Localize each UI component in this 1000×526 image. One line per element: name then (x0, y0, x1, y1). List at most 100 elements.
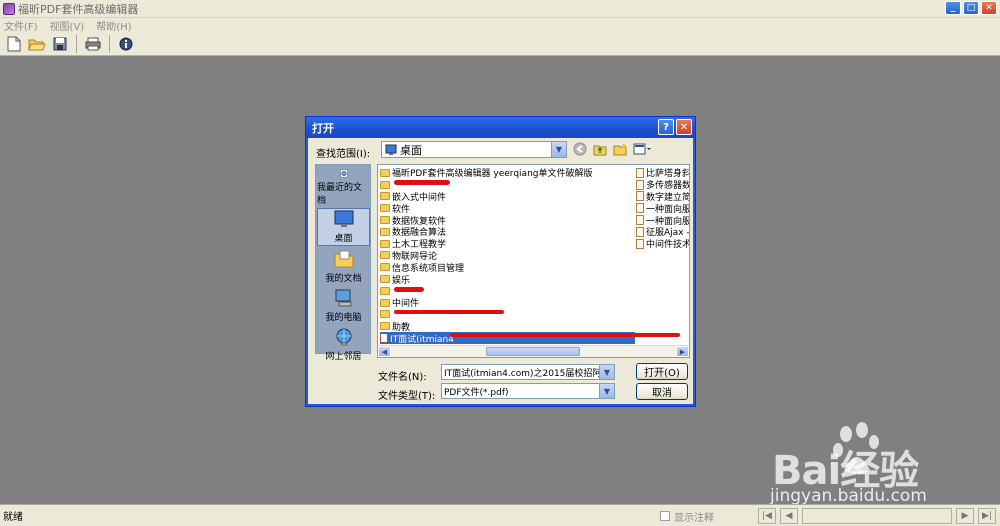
my-documents-icon (334, 250, 353, 268)
menu-help[interactable]: 帮助(H) (96, 18, 131, 33)
list-item[interactable]: 嵌入式中间件 (380, 191, 635, 202)
look-in-label: 查找范围(I): (316, 149, 371, 160)
folder-icon (380, 192, 390, 201)
dialog-title: 打开 (312, 121, 334, 135)
first-page-button[interactable]: |◀ (758, 508, 776, 524)
list-item[interactable]: 中间件技术 (636, 238, 689, 250)
list-item[interactable]: 信息系统项目管理 (380, 261, 635, 273)
redaction-mark (394, 310, 504, 314)
page-number-field[interactable] (802, 508, 952, 524)
filename-label: 文件名(N): (378, 372, 427, 383)
back-button[interactable] (572, 141, 588, 157)
chevron-down-icon[interactable]: ▼ (551, 142, 566, 157)
redaction-arrow (450, 333, 680, 337)
place-my-computer[interactable]: 我的电脑 (317, 286, 370, 324)
maximize-button[interactable]: □ (963, 1, 979, 15)
up-folder-button[interactable] (592, 141, 608, 157)
new-file-icon (7, 36, 21, 51)
list-item[interactable]: 一种面向服 (636, 214, 689, 226)
document-icon (636, 203, 644, 214)
folder-icon (380, 263, 390, 272)
place-recent[interactable]: 我最近的文档 (317, 169, 370, 207)
list-item[interactable]: 中间件 (380, 297, 635, 309)
menu-view[interactable]: 视图(V) (50, 18, 85, 33)
open-file-dialog: 打开 ? ✕ 查找范围(I): 桌面 ▼ 我最近的文档 桌面 我的文档 我的电脑… (305, 116, 696, 407)
prev-page-button[interactable]: ◀ (780, 508, 798, 524)
menu-bar: 文件(F) 视图(V) 帮助(H) (0, 18, 1000, 33)
document-icon (636, 215, 644, 226)
new-file-button[interactable] (4, 34, 24, 54)
my-computer-icon (335, 289, 351, 307)
document-icon (636, 167, 644, 178)
list-item[interactable]: 数据恢复软件 (380, 214, 635, 226)
chevron-down-icon[interactable]: ▼ (599, 365, 614, 379)
folder-icon (380, 180, 390, 189)
document-icon (636, 179, 644, 190)
open-button[interactable]: 打开(O) (636, 363, 688, 380)
filetype-label: 文件类型(T): (378, 391, 436, 402)
list-item[interactable]: 数字建立简 (636, 191, 689, 202)
file-list-column-2: 比萨塔身斜 多传感器数 数字建立简 一种面向服 一种面向服 征服Ajax - 中… (636, 167, 689, 250)
list-item[interactable]: 土木工程教学 (380, 238, 635, 250)
horizontal-scrollbar[interactable]: ◀ ▶ (378, 345, 689, 357)
list-item[interactable]: 助教 (380, 320, 635, 332)
folder-icon (380, 239, 390, 248)
list-item[interactable]: 比萨塔身斜 (636, 167, 689, 179)
folder-icon (380, 275, 390, 284)
scroll-thumb[interactable] (486, 347, 580, 356)
close-button[interactable]: ✕ (981, 1, 997, 15)
menu-file[interactable]: 文件(F) (4, 18, 38, 33)
info-icon (119, 37, 133, 50)
watermark-url: jingyan.baidu.com (770, 486, 927, 506)
show-annotations-checkbox[interactable] (660, 511, 670, 521)
place-desktop[interactable]: 桌面 (317, 208, 370, 246)
cancel-button[interactable]: 取消 (636, 383, 688, 400)
folder-icon (380, 286, 390, 295)
list-item[interactable]: 娱乐 (380, 273, 635, 285)
file-list[interactable]: 福昕PDF套件高级编辑器 yeerqiang单文件破解版 嵌入式中间件 软件 数… (377, 164, 690, 358)
help-button[interactable]: ? (658, 119, 674, 135)
dialog-title-bar: 打开 ? ✕ (306, 117, 695, 138)
list-item[interactable]: 数据融合算法 (380, 226, 635, 238)
look-in-value: 桌面 (400, 143, 422, 157)
dialog-close-button[interactable]: ✕ (676, 119, 692, 135)
app-title-bar: 福昕PDF套件高级编辑器 _ □ ✕ (0, 0, 1000, 18)
folder-icon (380, 310, 390, 319)
baidu-watermark: Bai经验 jingyan.baidu.com (770, 414, 996, 506)
list-item[interactable]: 福昕PDF套件高级编辑器 yeerqiang单文件破解版 (380, 167, 635, 179)
open-file-button[interactable] (27, 34, 47, 54)
save-button[interactable] (50, 34, 70, 54)
last-page-button[interactable]: ▶| (978, 508, 996, 524)
back-arrow-icon (573, 142, 587, 156)
look-in-combo[interactable]: 桌面 ▼ (381, 141, 567, 158)
scroll-right-icon[interactable]: ▶ (676, 346, 689, 357)
document-icon (636, 226, 644, 237)
printer-icon (85, 37, 101, 50)
place-my-documents[interactable]: 我的文档 (317, 247, 370, 285)
pdf-file-icon (380, 333, 388, 344)
list-item[interactable]: 征服Ajax - (636, 226, 689, 238)
minimize-button[interactable]: _ (945, 1, 961, 15)
chevron-down-icon[interactable]: ▼ (599, 384, 614, 398)
folder-icon (380, 251, 390, 260)
list-item[interactable]: 多传感器数 (636, 179, 689, 191)
view-menu-button[interactable] (632, 141, 652, 157)
desktop-icon (334, 210, 353, 227)
scroll-left-icon[interactable]: ◀ (378, 346, 391, 357)
info-button[interactable] (116, 34, 136, 54)
view-menu-icon (633, 143, 651, 155)
new-folder-button[interactable] (612, 141, 628, 157)
status-text: 就绪 (3, 512, 23, 523)
document-icon (636, 238, 644, 249)
list-item[interactable]: 物联网导论 (380, 250, 635, 261)
next-page-button[interactable]: ▶ (956, 508, 974, 524)
status-bar: 就绪 显示注释 |◀ ◀ ▶ ▶| (0, 504, 1000, 526)
recent-docs-icon (340, 169, 347, 178)
network-places-icon (336, 328, 351, 346)
place-network[interactable]: 网上邻居 (317, 325, 370, 363)
print-button[interactable] (83, 34, 103, 54)
filename-input[interactable]: IT面试(itmian4.com)之2015届校招阿里软 ▼ (441, 364, 615, 380)
list-item[interactable]: 软件 (380, 202, 635, 214)
filetype-select[interactable]: PDF文件(*.pdf) ▼ (441, 383, 615, 399)
list-item[interactable]: 一种面向服 (636, 202, 689, 214)
